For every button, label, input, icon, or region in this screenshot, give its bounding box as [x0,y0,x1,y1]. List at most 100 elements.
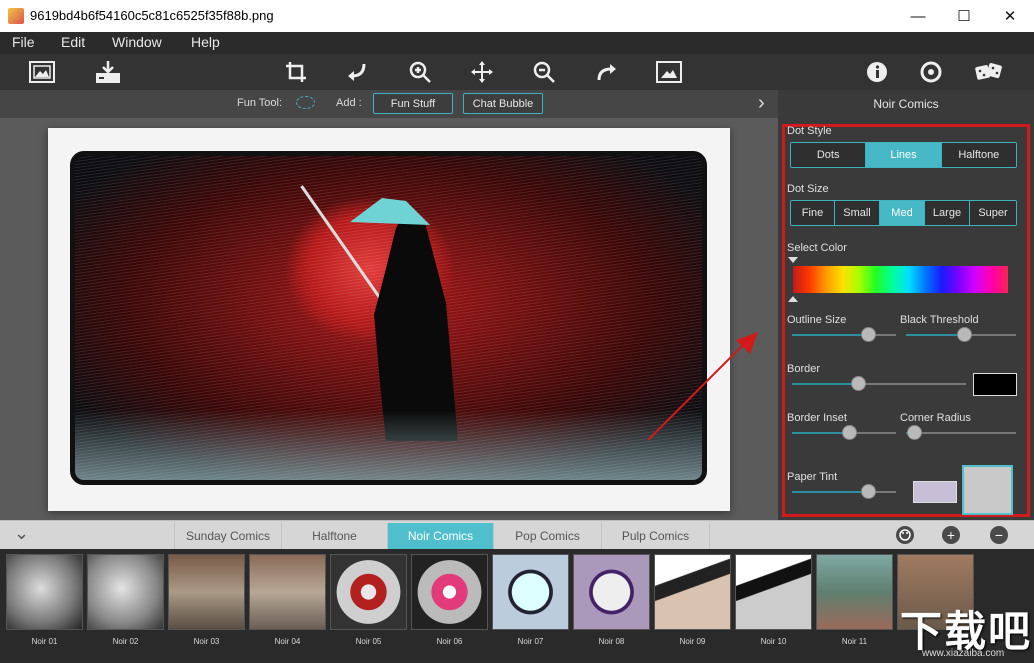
fun-stuff-button[interactable]: Fun Stuff [373,93,453,114]
menu-window[interactable]: Window [112,34,162,50]
paper-tint-color-swatch[interactable] [913,481,957,503]
corner-radius-knob[interactable] [907,425,922,440]
paper-tint-label: Paper Tint [787,471,838,483]
border-label: Border [787,363,821,375]
minimize-button[interactable]: — [895,0,941,32]
thumbnail-noir-02[interactable] [87,554,164,630]
color-spectrum[interactable] [793,266,1008,293]
thumbnail-noir-01[interactable] [6,554,83,630]
dot-style-dots[interactable]: Dots [791,143,867,167]
image-view-icon[interactable] [655,58,683,86]
window-title: 9619bd4b6f54160c5c81c6525f35f88b.png [30,8,274,23]
corner-radius-slider[interactable] [906,425,1016,440]
dot-style-halftone[interactable]: Halftone [941,143,1016,167]
annotation-arrow [647,332,758,441]
thumbnail-noir-09[interactable] [654,554,731,630]
paper-tint-slider[interactable] [792,484,896,499]
thumbnail-caption: Noir 07 [517,637,544,646]
thumbnail-caption: Noir 08 [598,637,625,646]
lasso-icon[interactable] [296,96,315,109]
remove-preset-button[interactable]: − [990,526,1008,544]
dot-size-selector: Fine Small Med Large Super [790,200,1017,226]
chat-bubble-button[interactable]: Chat Bubble [463,93,543,114]
thumbnail-noir-04[interactable] [249,554,326,630]
info-icon[interactable] [863,58,891,86]
outline-size-knob[interactable] [861,327,876,342]
dot-size-super[interactable]: Super [970,201,1016,225]
move-icon[interactable] [468,58,496,86]
save-icon[interactable] [94,58,122,86]
thumbnail-noir-03[interactable] [168,554,245,630]
tab-pulp-comics[interactable]: Pulp Comics [602,523,710,549]
thumbnail-noir-05[interactable] [330,554,407,630]
toolbar [0,54,1034,90]
thumbnail-noir-06[interactable] [411,554,488,630]
undo-icon[interactable] [343,58,371,86]
dot-style-lines[interactable]: Lines [866,143,942,167]
thumbnail-caption: Noir 09 [679,637,706,646]
paper-texture-preview[interactable] [962,465,1013,515]
select-color-label: Select Color [787,242,847,254]
dot-size-large[interactable]: Large [925,201,970,225]
thumbnail-noir-11[interactable] [816,554,893,630]
palette-icon[interactable] [896,526,914,544]
black-threshold-knob[interactable] [957,327,972,342]
thumbnail-caption: Noir 03 [193,637,220,646]
dot-size-label: Dot Size [787,183,829,195]
zoom-in-icon[interactable] [406,58,434,86]
close-button[interactable]: ✕ [987,0,1033,32]
thumbnail-caption: Noir 02 [112,637,139,646]
fun-tool-bar: Fun Tool: Add : Fun Stuff Chat Bubble › [0,90,778,118]
open-image-icon[interactable] [28,58,56,86]
mist-overlay [75,410,702,480]
add-preset-button[interactable]: + [942,526,960,544]
color-marker-top-icon[interactable] [788,257,798,263]
tab-pop-comics[interactable]: Pop Comics [494,523,602,549]
menu-file[interactable]: File [12,34,35,50]
settings-icon[interactable] [917,58,945,86]
thumbnail-caption: Noir 11 [841,637,868,646]
border-inset-slider[interactable] [792,425,896,440]
thumbnail-caption: Noir 01 [31,637,58,646]
thumbnail-caption: Noir 10 [760,637,787,646]
thumbnail-strip: Noir 01 Noir 02 Noir 03 Noir 04 Noir 05 … [0,549,1034,663]
image-paper [48,128,730,511]
tab-noir-comics[interactable]: Noir Comics [388,523,494,549]
border-color-swatch[interactable] [973,373,1017,396]
crop-icon[interactable] [282,58,310,86]
thumbnail-noir-07[interactable] [492,554,569,630]
samurai-hat [350,198,430,225]
menu-edit[interactable]: Edit [61,34,85,50]
border-slider[interactable] [792,376,966,391]
black-threshold-slider[interactable] [906,327,1016,342]
color-marker-bottom-icon[interactable] [788,296,798,302]
thumbnail-noir-10[interactable] [735,554,812,630]
outline-size-slider[interactable] [792,327,896,342]
menu-help[interactable]: Help [191,34,220,50]
watermark-logo: 下载吧 www.xiazaiba.com [900,598,1034,663]
preview-image[interactable] [70,151,707,485]
app-icon [8,8,24,24]
dot-size-med[interactable]: Med [880,201,925,225]
dot-style-label: Dot Style [787,125,832,137]
tab-sunday-comics[interactable]: Sunday Comics [174,523,282,549]
expand-panel-icon[interactable]: › [758,92,765,115]
dot-size-small[interactable]: Small [835,201,880,225]
collapse-strip-icon[interactable]: ⌄ [14,523,29,544]
tab-halftone[interactable]: Halftone [282,523,388,549]
panel-title: Noir Comics [873,97,939,111]
maximize-button[interactable]: ☐ [941,0,987,32]
dice-icon[interactable] [975,58,1003,86]
thumbnail-noir-08[interactable] [573,554,650,630]
border-inset-knob[interactable] [842,425,857,440]
zoom-out-icon[interactable] [530,58,558,86]
redo-icon[interactable] [592,58,620,86]
black-threshold-label: Black Threshold [900,314,979,326]
paper-tint-knob[interactable] [861,484,876,499]
dot-style-selector: Dots Lines Halftone [790,142,1017,168]
border-inset-label: Border Inset [787,412,847,424]
thumbnail-caption: Noir 05 [355,637,382,646]
border-knob[interactable] [851,376,866,391]
corner-radius-label: Corner Radius [900,412,971,424]
dot-size-fine[interactable]: Fine [791,201,835,225]
